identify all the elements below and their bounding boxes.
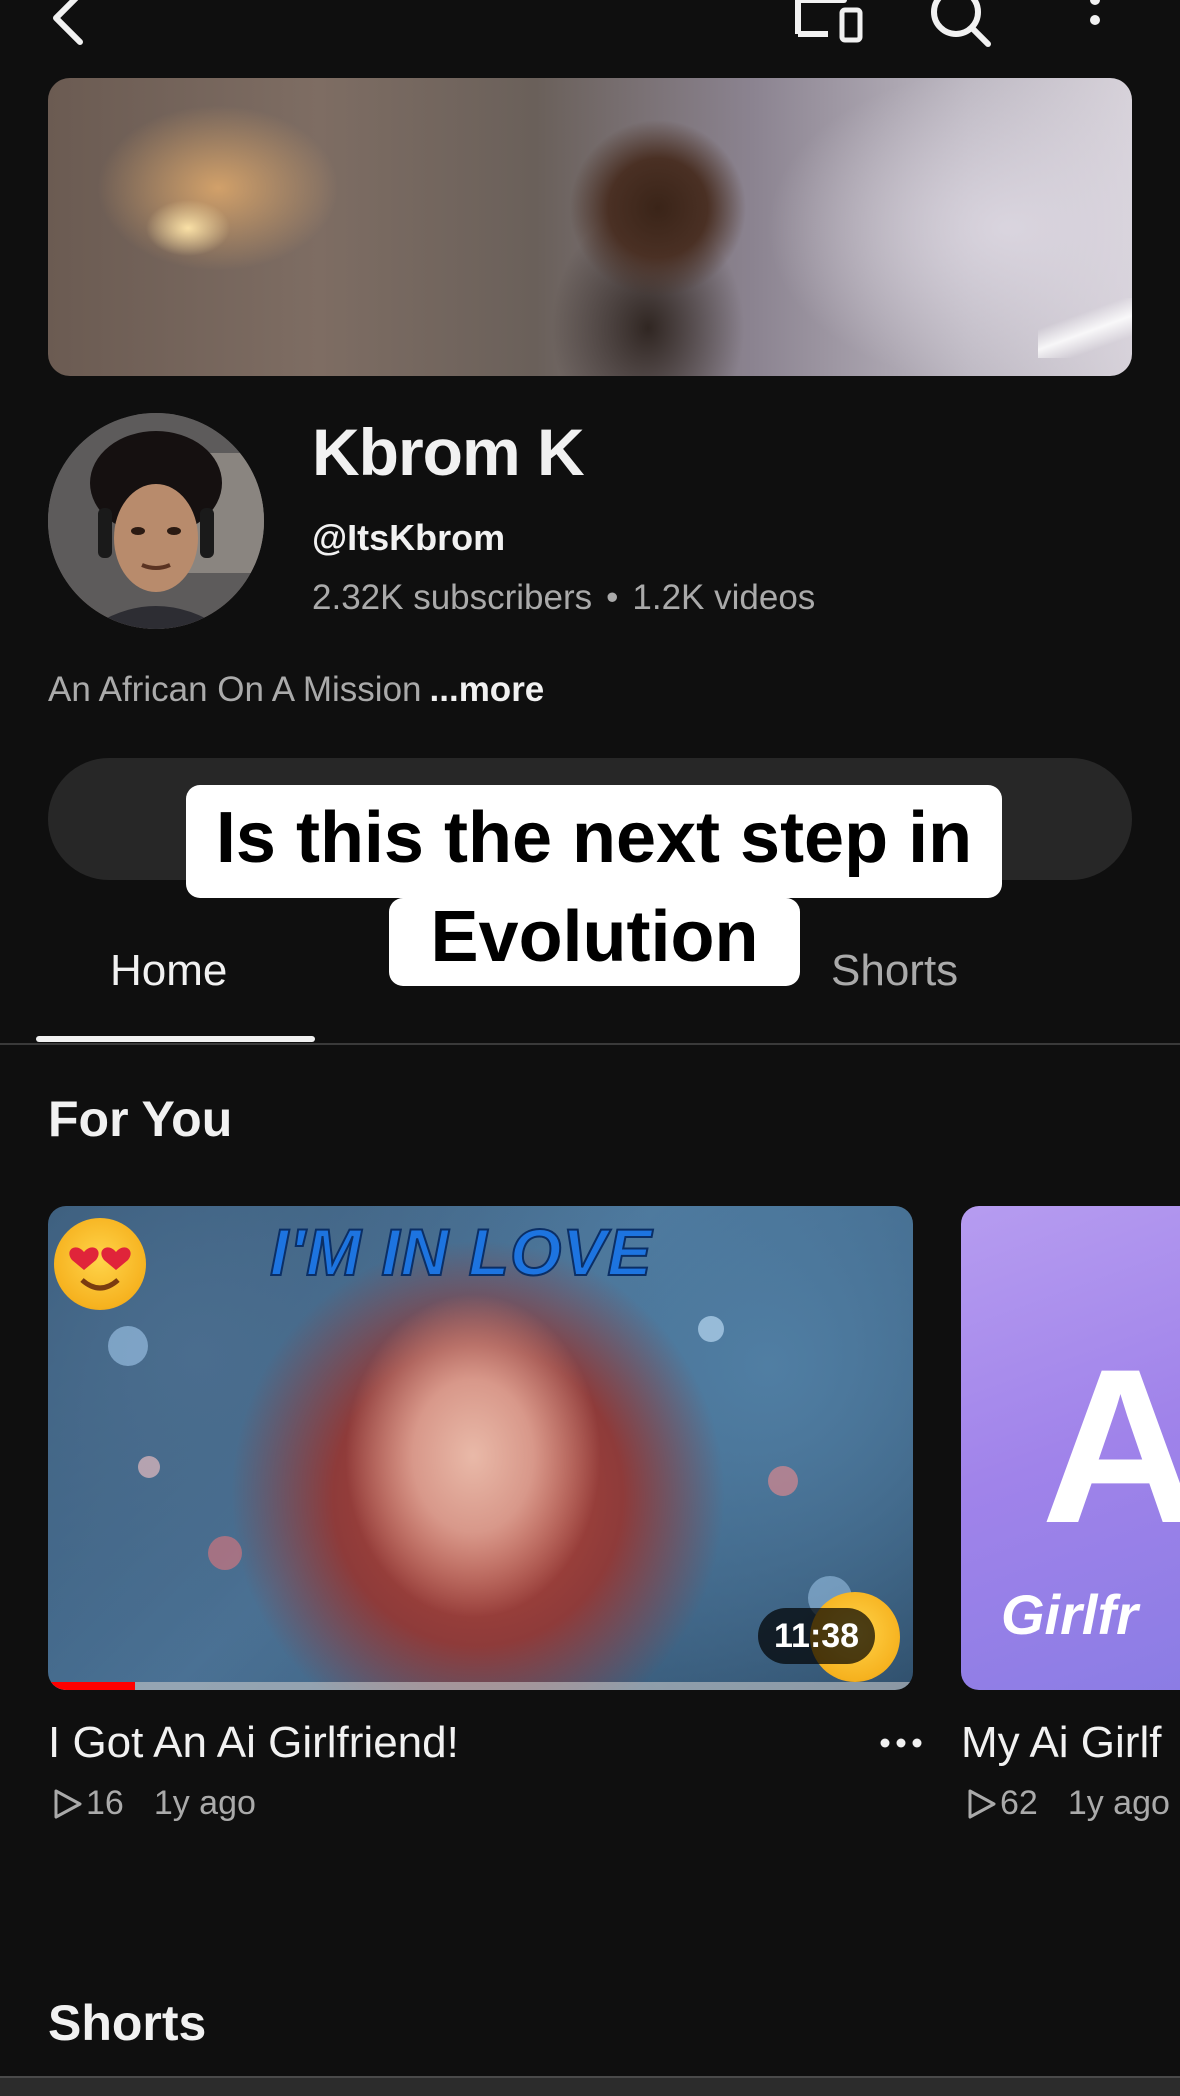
cast-icon[interactable] bbox=[794, 0, 866, 50]
video-title[interactable]: I Got An Ai Girlfriend! bbox=[48, 1718, 459, 1768]
video-meta: 16 1y ago bbox=[52, 1784, 256, 1823]
view-count-value-2: 62 bbox=[1000, 1784, 1038, 1822]
view-count-value: 16 bbox=[86, 1784, 124, 1822]
thumbnail-2-big-text: A bbox=[1041, 1323, 1180, 1569]
watch-progress-track bbox=[48, 1682, 913, 1690]
video-title-2[interactable]: My Ai Girlf bbox=[961, 1718, 1161, 1768]
watch-progress-fill bbox=[48, 1682, 135, 1690]
thumbnail-headline: I'M IN LOVE bbox=[269, 1214, 653, 1290]
heart-eyes-emoji-icon bbox=[54, 1218, 146, 1310]
banner-light-streak bbox=[1038, 298, 1132, 358]
channel-banner bbox=[48, 78, 1132, 376]
view-count: 16 bbox=[52, 1784, 124, 1823]
section-title-for-you: For You bbox=[48, 1091, 233, 1147]
view-count-2: 62 bbox=[966, 1784, 1038, 1823]
video-thumbnail[interactable]: I'M IN LOVE 11:38 bbox=[48, 1206, 913, 1690]
video-age: 1y ago bbox=[153, 1784, 256, 1822]
bokeh-dot bbox=[208, 1536, 242, 1570]
play-outline-icon bbox=[54, 1789, 82, 1818]
video-age-2: 1y ago bbox=[1067, 1784, 1170, 1822]
shorts-row-peek[interactable] bbox=[0, 2078, 1180, 2096]
stats-separator: • bbox=[606, 578, 619, 617]
back-arrow-icon[interactable] bbox=[44, 0, 94, 50]
bokeh-dot bbox=[768, 1466, 798, 1496]
subscriber-count: 2.32K subscribers bbox=[312, 578, 593, 617]
more-vert-icon[interactable] bbox=[1080, 0, 1110, 44]
channel-handle: @ItsKbrom bbox=[312, 517, 506, 558]
tab-divider bbox=[0, 1043, 1180, 1045]
video-duration-badge: 11:38 bbox=[758, 1608, 876, 1664]
channel-stats: 2.32K subscribers • 1.2K videos bbox=[312, 578, 815, 618]
active-tab-indicator bbox=[36, 1036, 315, 1042]
play-outline-icon bbox=[968, 1789, 996, 1818]
top-app-bar bbox=[0, 0, 1180, 60]
channel-name: Kbrom K bbox=[312, 415, 585, 489]
more-link[interactable]: ...more bbox=[430, 670, 545, 709]
section-title-shorts: Shorts bbox=[48, 1995, 207, 2051]
video-thumbnail-2[interactable]: A Girlfr bbox=[961, 1206, 1180, 1690]
tab-shorts[interactable]: Shorts bbox=[831, 946, 958, 996]
bokeh-dot bbox=[698, 1316, 724, 1342]
bokeh-dot bbox=[108, 1326, 148, 1366]
channel-description[interactable]: An African On A Mission ...more bbox=[48, 670, 544, 710]
search-icon[interactable] bbox=[928, 0, 994, 50]
bokeh-dot bbox=[138, 1456, 160, 1478]
tab-home[interactable]: Home bbox=[110, 946, 227, 996]
thumbnail-2-small-text: Girlfr bbox=[1001, 1583, 1138, 1646]
avatar-portrait bbox=[48, 413, 264, 629]
caption-overlay-line2: Evolution bbox=[389, 898, 800, 986]
video-count: 1.2K videos bbox=[632, 578, 816, 617]
description-text: An African On A Mission bbox=[48, 670, 422, 709]
more-horiz-icon[interactable] bbox=[878, 1730, 924, 1756]
caption-overlay-line1: Is this the next step in bbox=[186, 785, 1002, 898]
video-meta-2: 62 1y ago bbox=[966, 1784, 1170, 1823]
avatar[interactable] bbox=[48, 413, 264, 629]
